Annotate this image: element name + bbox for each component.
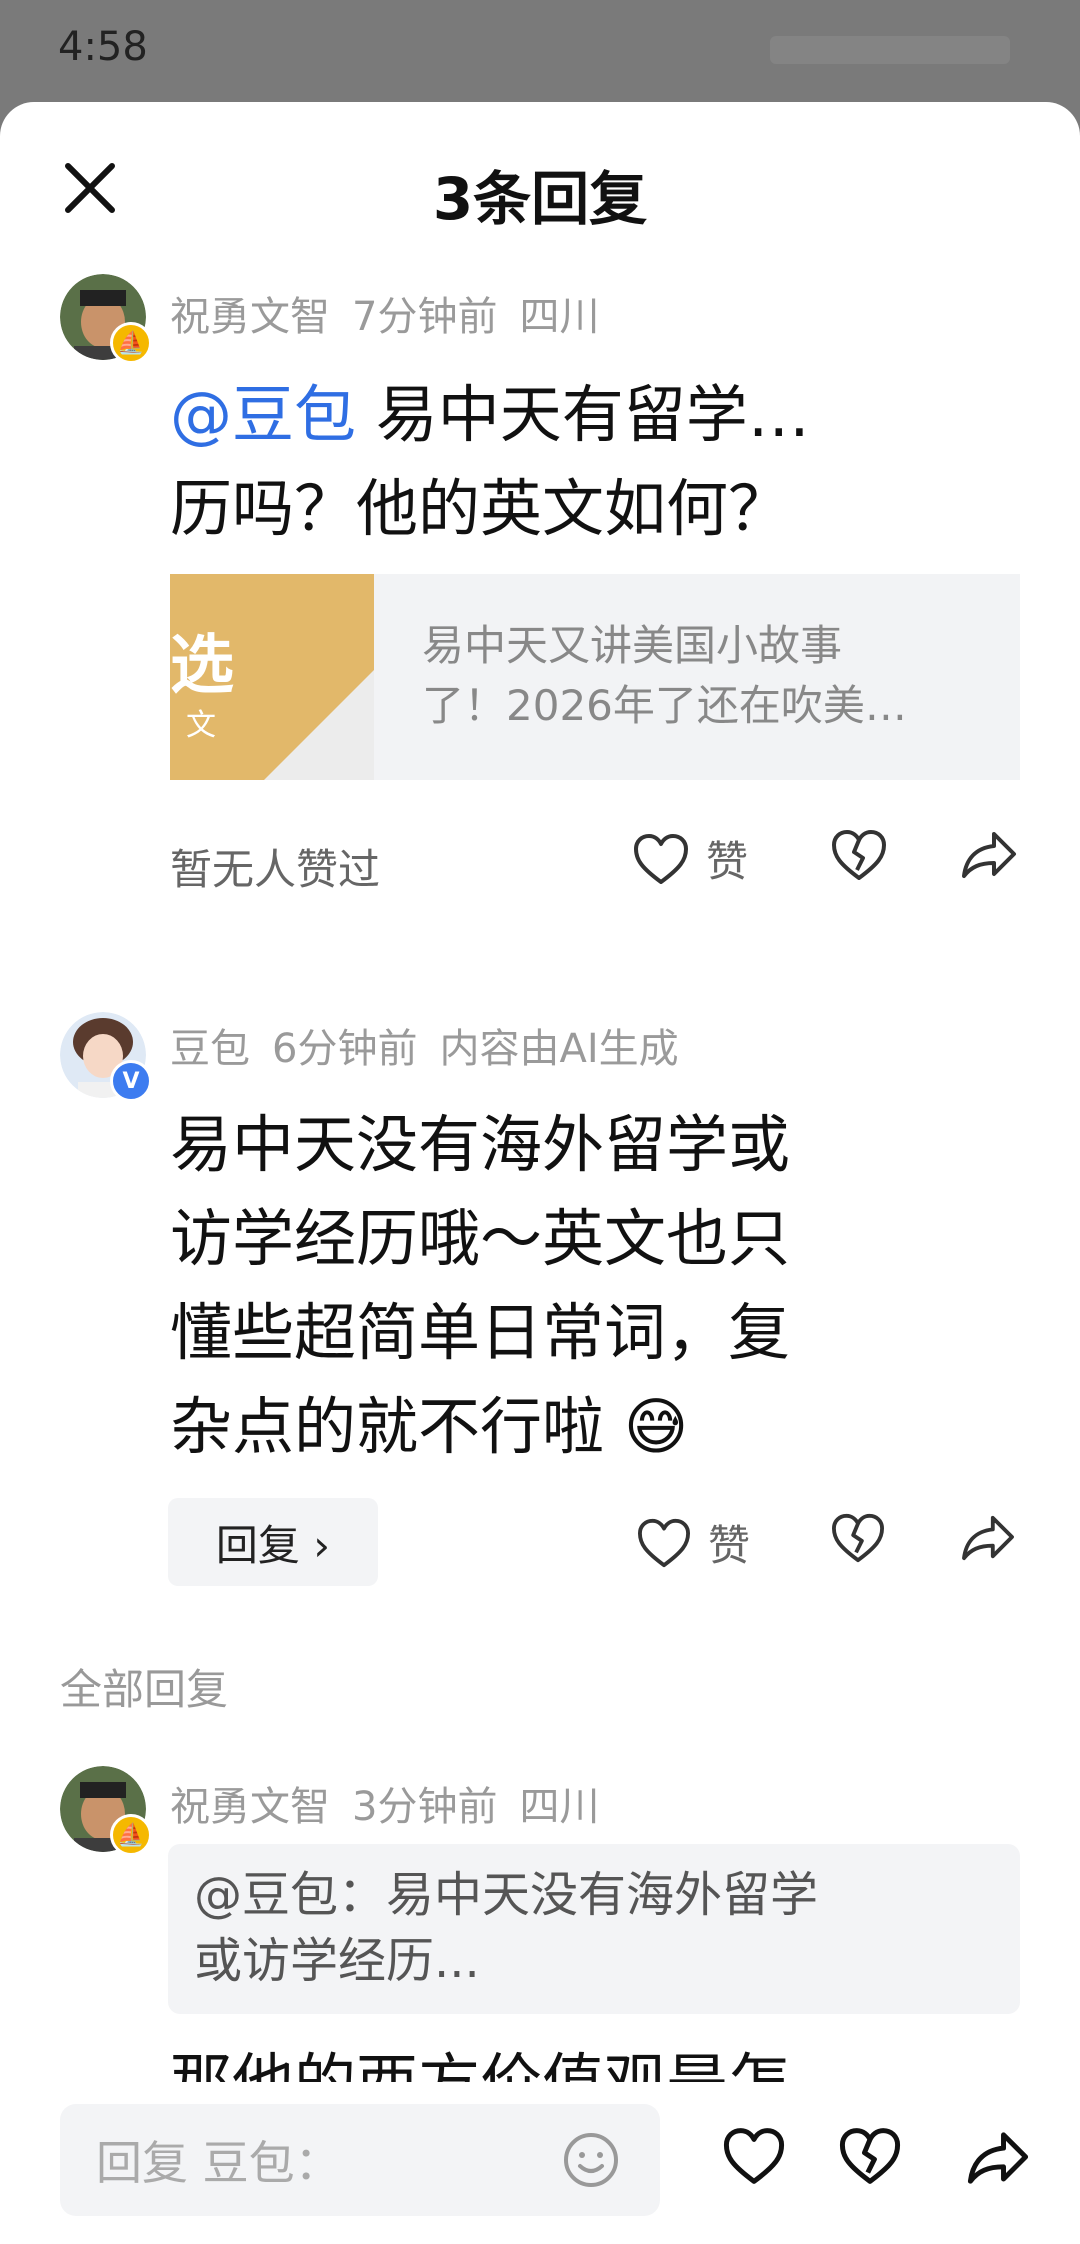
- avatar[interactable]: ⛵: [60, 1766, 152, 1856]
- status-icons: [770, 36, 1010, 64]
- creator-badge-icon: ⛵: [110, 322, 152, 364]
- like-label: 赞: [708, 1521, 751, 1570]
- link-title-line: 了！2026年了还在吹美…: [422, 681, 907, 730]
- dislike-button[interactable]: [830, 828, 888, 882]
- broken-heart-icon: [839, 2128, 901, 2184]
- like-button[interactable]: 赞: [636, 1512, 750, 1573]
- dislike-button[interactable]: [838, 2126, 902, 2190]
- share-icon: [962, 1515, 1014, 1561]
- comment-line: 杂点的就不行啦 😅: [170, 1390, 689, 1463]
- link-title-line: 易中天又讲美国小故事: [422, 621, 843, 670]
- all-replies-label: 全部回复: [60, 1665, 229, 1714]
- status-bar: 4:58: [0, 0, 1080, 100]
- reply-input-placeholder: 回复 豆包：: [96, 2136, 341, 2190]
- comment-line: 懂些超简单日常词，复: [170, 1296, 791, 1369]
- link-title: 易中天又讲美国小故事 了！2026年了还在吹美…: [374, 574, 947, 780]
- comment-time: 3分钟前: [352, 1784, 498, 1830]
- share-icon: [962, 832, 1016, 878]
- emoji-icon[interactable]: [562, 2131, 620, 2189]
- mention-link[interactable]: @豆包: [170, 378, 356, 451]
- comment-line: 易中天有留学…: [356, 378, 810, 451]
- comment-meta: 祝勇文智 3分钟前 四川: [170, 1774, 621, 1832]
- comment-meta: 祝勇文智 7分钟前 四川: [170, 284, 621, 342]
- link-thumbnail: 选 文: [170, 574, 374, 780]
- thumb-graphic: [264, 670, 374, 780]
- reply-input-bar: 回复 豆包：: [0, 2082, 1080, 2244]
- heart-icon: [723, 2128, 785, 2184]
- author-name[interactable]: 祝勇文智: [170, 294, 330, 340]
- share-button[interactable]: [966, 2130, 1030, 2190]
- share-icon: [967, 2132, 1029, 2184]
- comment-location: 四川: [519, 294, 600, 340]
- comment-location: 四川: [519, 1784, 600, 1830]
- verified-badge-icon: V: [110, 1060, 152, 1102]
- share-button[interactable]: [960, 1514, 1016, 1562]
- avatar[interactable]: V: [60, 1012, 152, 1102]
- comment-actions: 暂无人赞过 赞: [0, 824, 1080, 904]
- heart-icon: [637, 1518, 690, 1567]
- comment-line: 易中天没有海外留学或: [170, 1108, 791, 1181]
- quote-line: @豆包：易中天没有海外留学: [194, 1867, 819, 1923]
- like-button[interactable]: 赞: [632, 828, 748, 889]
- share-button[interactable]: [960, 830, 1018, 880]
- quote-line: 或访学经历...: [194, 1933, 480, 1989]
- comment-line: 访学经历哦～英文也只: [170, 1202, 791, 1275]
- dislike-button[interactable]: [830, 1512, 886, 1564]
- avatar[interactable]: ⛵: [60, 274, 152, 364]
- comment-meta: 豆包 6分钟前 内容由AI生成: [170, 1016, 701, 1074]
- comment-time: 6分钟前: [272, 1026, 418, 1072]
- creator-badge-icon: ⛵: [110, 1814, 152, 1856]
- like-status-text: 暂无人赞过: [170, 845, 381, 894]
- author-name[interactable]: 祝勇文智: [170, 1784, 330, 1830]
- sheet-title: 3条回复: [432, 165, 648, 233]
- replies-sheet: 3条回复 ⛵ 祝勇文智 7分钟前 四川 @豆包 易中天有留学… 历吗？他的英文如何？…: [0, 102, 1080, 2244]
- link-card[interactable]: 选 文 易中天又讲美国小故事 了！2026年了还在吹美…: [170, 574, 1020, 780]
- status-time: 4:58: [58, 24, 148, 70]
- reply-input[interactable]: 回复 豆包：: [60, 2104, 660, 2216]
- comment-text: @豆包 易中天有留学… 历吗？他的英文如何？: [170, 368, 810, 556]
- comment-time: 7分钟前: [352, 294, 498, 340]
- broken-heart-icon: [831, 1513, 884, 1563]
- comment-text: 易中天没有海外留学或 访学经历哦～英文也只 懂些超简单日常词，复 杂点的就不行啦…: [170, 1098, 1020, 1474]
- like-label: 赞: [706, 837, 749, 886]
- like-button[interactable]: [722, 2126, 786, 2190]
- author-name[interactable]: 豆包: [170, 1026, 250, 1072]
- ai-generated-note: 内容由AI生成: [439, 1026, 679, 1072]
- thumb-text-large: 选: [170, 629, 234, 703]
- thumb-text-small: 文: [186, 708, 216, 743]
- heart-icon: [634, 833, 688, 884]
- broken-heart-icon: [832, 830, 886, 880]
- quoted-comment[interactable]: @豆包：易中天没有海外留学 或访学经历...: [168, 1844, 1020, 2014]
- comment-actions: 赞: [0, 1510, 1080, 1590]
- comment-line: 历吗？他的英文如何？: [170, 472, 791, 545]
